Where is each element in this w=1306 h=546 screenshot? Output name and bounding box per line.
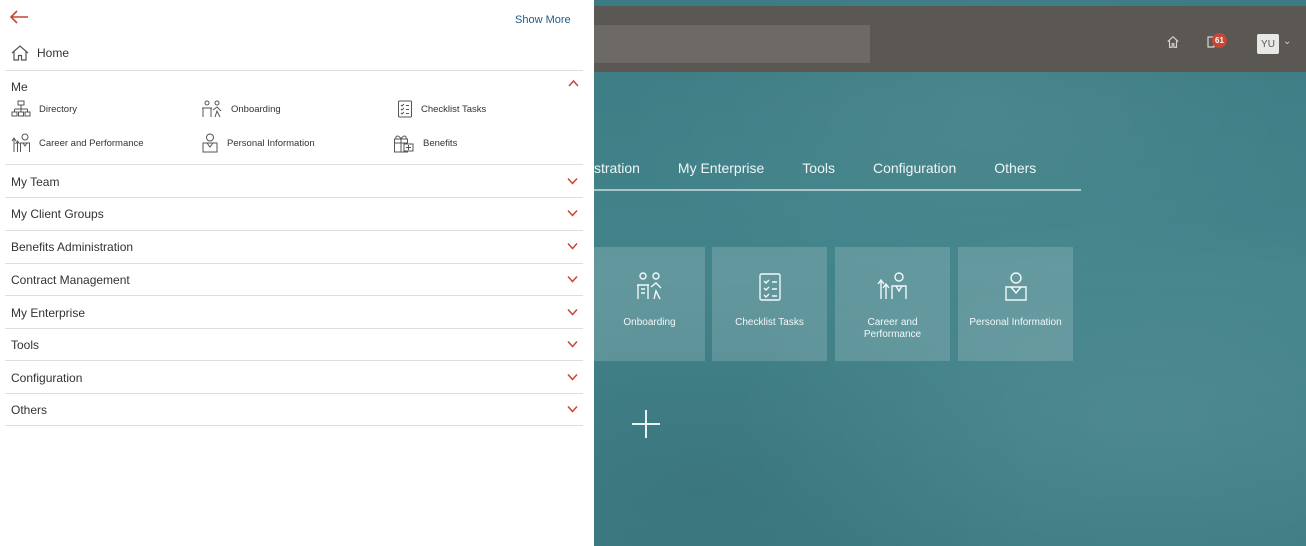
chevron-down-icon[interactable] xyxy=(567,340,578,348)
org-chart-icon xyxy=(11,100,31,118)
tab-configuration[interactable]: Configuration xyxy=(873,160,956,176)
navigator-drawer: Show More Home Me Directory Onboarding C… xyxy=(0,0,594,546)
section-configuration[interactable]: Configuration xyxy=(5,361,583,394)
section-label: Contract Management xyxy=(11,273,130,287)
career-icon xyxy=(835,271,950,303)
me-item-checklist-tasks[interactable]: Checklist Tasks xyxy=(397,99,486,119)
me-item-onboarding[interactable]: Onboarding xyxy=(201,99,281,119)
section-benefits-administration[interactable]: Benefits Administration xyxy=(5,230,583,263)
me-item-directory[interactable]: Directory xyxy=(11,99,77,119)
back-button[interactable] xyxy=(9,10,29,24)
section-label: My Team xyxy=(11,175,60,189)
person-icon xyxy=(958,271,1073,303)
tile-label: Career and Performance xyxy=(863,317,922,340)
me-item-career-and-performance[interactable]: Career and Performance xyxy=(11,133,144,153)
chevron-up-icon[interactable] xyxy=(568,79,579,87)
chevron-down-icon[interactable] xyxy=(567,209,578,217)
section-label: Configuration xyxy=(11,371,83,385)
user-avatar[interactable]: YU xyxy=(1257,34,1279,54)
home-link[interactable]: Home xyxy=(11,42,69,64)
me-item-label: Directory xyxy=(39,103,78,115)
section-my-team[interactable]: My Team xyxy=(5,165,583,198)
checklist-icon xyxy=(397,100,413,118)
home-icon[interactable] xyxy=(1160,30,1186,54)
career-icon xyxy=(11,133,31,153)
me-item-label: Benefits xyxy=(423,137,458,149)
me-item-label: Checklist Tasks xyxy=(421,103,487,115)
me-item-label: Personal Information xyxy=(227,137,315,149)
tabs-divider xyxy=(594,189,1081,191)
section-my-client-groups[interactable]: My Client Groups xyxy=(5,197,583,230)
section-contract-management[interactable]: Contract Management xyxy=(5,263,583,296)
tile-personal-information[interactable]: Personal Information xyxy=(958,247,1073,361)
arrow-left-icon xyxy=(9,10,28,24)
me-item-label: Career and Performance xyxy=(39,137,144,149)
section-label: My Enterprise xyxy=(11,306,86,320)
section-label: My Client Groups xyxy=(11,207,104,221)
tile-label: Personal Information xyxy=(969,317,1062,328)
add-icon[interactable] xyxy=(632,410,660,438)
tile-onboarding[interactable]: Onboarding xyxy=(594,247,705,361)
home-icon xyxy=(11,45,29,61)
tab-benefits-administration[interactable]: stration xyxy=(594,160,640,176)
tab-others[interactable]: Others xyxy=(994,160,1036,176)
divider xyxy=(5,425,583,426)
tile-career-and-performance[interactable]: Career and Performance xyxy=(835,247,950,361)
section-tools[interactable]: Tools xyxy=(5,328,583,361)
section-label: Tools xyxy=(11,338,40,352)
me-item-label: Onboarding xyxy=(231,103,281,115)
chevron-down-icon[interactable] xyxy=(567,177,578,185)
section-label: Benefits Administration xyxy=(11,240,134,254)
show-more-link[interactable]: Show More xyxy=(515,14,571,26)
section-label: Others xyxy=(11,403,48,417)
chevron-down-icon[interactable] xyxy=(567,405,578,413)
chevron-down-icon[interactable] xyxy=(567,242,578,250)
section-my-enterprise[interactable]: My Enterprise xyxy=(5,296,583,329)
chevron-down-icon[interactable] xyxy=(567,275,578,283)
chevron-down-icon[interactable] xyxy=(567,308,578,316)
search-field[interactable] xyxy=(590,25,870,63)
chevron-down-icon[interactable]: ⌄ xyxy=(1283,36,1291,47)
person-icon xyxy=(201,133,219,153)
tab-tools[interactable]: Tools xyxy=(802,160,835,176)
tile-checklist-tasks[interactable]: Checklist Tasks xyxy=(712,247,827,361)
home-label: Home xyxy=(37,46,70,60)
notification-count-badge[interactable]: 61 xyxy=(1212,33,1227,48)
section-header-me[interactable]: Me xyxy=(11,80,28,94)
gift-icon xyxy=(393,133,415,153)
me-item-personal-information[interactable]: Personal Information xyxy=(201,133,315,153)
section-others[interactable]: Others xyxy=(5,393,583,426)
tile-label: Onboarding xyxy=(623,317,676,328)
tab-my-enterprise[interactable]: My Enterprise xyxy=(678,160,764,176)
divider xyxy=(5,70,583,71)
navigation-tabs: stration My Enterprise Tools Configurati… xyxy=(594,160,1074,190)
me-item-benefits[interactable]: Benefits xyxy=(393,133,457,153)
onboarding-icon xyxy=(594,271,705,303)
tile-label: Checklist Tasks xyxy=(735,317,804,328)
onboarding-icon xyxy=(201,100,223,118)
chevron-down-icon[interactable] xyxy=(567,373,578,381)
checklist-icon xyxy=(712,271,827,303)
